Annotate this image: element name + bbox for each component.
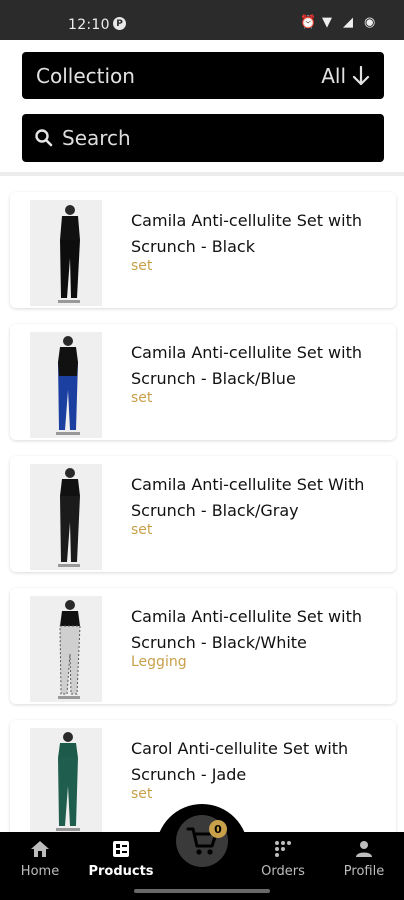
product-image xyxy=(30,332,102,438)
search-input[interactable]: Search xyxy=(22,114,384,162)
product-card[interactable]: Camila Anti-cellulite Set with Scrunch -… xyxy=(10,588,396,704)
wifi-icon: ▼ xyxy=(322,15,332,30)
nav-products-label: Products xyxy=(88,864,154,879)
cart-count-badge: 0 xyxy=(209,820,227,838)
nav-profile-label: Profile xyxy=(343,864,385,879)
product-image xyxy=(30,200,102,306)
collection-label: Collection xyxy=(36,63,135,88)
product-title: Carol Anti-cellulite Set with Scrunch - … xyxy=(131,739,349,784)
product-card[interactable]: Camila Anti-cellulite Set with Scrunch -… xyxy=(10,324,396,440)
nav-profile[interactable]: Profile xyxy=(324,840,404,879)
status-time: 12:10 xyxy=(68,17,110,33)
product-tag: set xyxy=(131,522,153,538)
product-tag: set xyxy=(131,390,153,406)
nav-products[interactable]: Products xyxy=(81,840,161,879)
nav-home[interactable]: Home xyxy=(0,840,80,879)
product-image xyxy=(30,728,102,834)
product-card[interactable]: Camila Anti-cellulite Set with Scrunch -… xyxy=(10,192,396,308)
status-bar: 12:10 P ⏰ ▼ ◢ ◉ xyxy=(0,0,404,40)
product-tag: Legging xyxy=(131,654,187,670)
product-tag: set xyxy=(131,786,153,802)
alarm-icon: ⏰ xyxy=(300,15,317,30)
product-title: Camila Anti-cellulite Set With Scrunch -… xyxy=(131,475,365,520)
search-placeholder: Search xyxy=(62,126,131,150)
nav-home-label: Home xyxy=(20,864,60,879)
product-image xyxy=(30,464,102,570)
collection-filter[interactable]: All xyxy=(321,64,370,88)
product-title: Camila Anti-cellulite Set with Scrunch -… xyxy=(131,343,362,388)
product-title: Camila Anti-cellulite Set with Scrunch -… xyxy=(131,607,362,652)
product-card[interactable]: Camila Anti-cellulite Set With Scrunch -… xyxy=(10,456,396,572)
signal-icon: ◢ xyxy=(343,15,353,30)
orders-icon xyxy=(275,841,291,857)
product-tag: set xyxy=(131,258,153,274)
collection-selector[interactable]: Collection All xyxy=(22,52,384,99)
product-title: Camila Anti-cellulite Set with Scrunch -… xyxy=(131,211,362,256)
arrow-down-icon xyxy=(352,65,370,85)
app-notification-icon: P xyxy=(113,17,126,30)
search-icon xyxy=(35,129,53,147)
profile-icon xyxy=(356,841,372,857)
collection-filter-value: All xyxy=(321,63,346,88)
home-indicator[interactable] xyxy=(134,889,270,893)
products-icon xyxy=(113,841,129,857)
header-divider xyxy=(0,172,404,176)
nav-orders[interactable]: Orders xyxy=(243,840,323,879)
product-image xyxy=(30,596,102,702)
nav-orders-label: Orders xyxy=(261,864,305,879)
battery-icon: ◉ xyxy=(364,15,376,30)
home-icon xyxy=(31,841,49,857)
